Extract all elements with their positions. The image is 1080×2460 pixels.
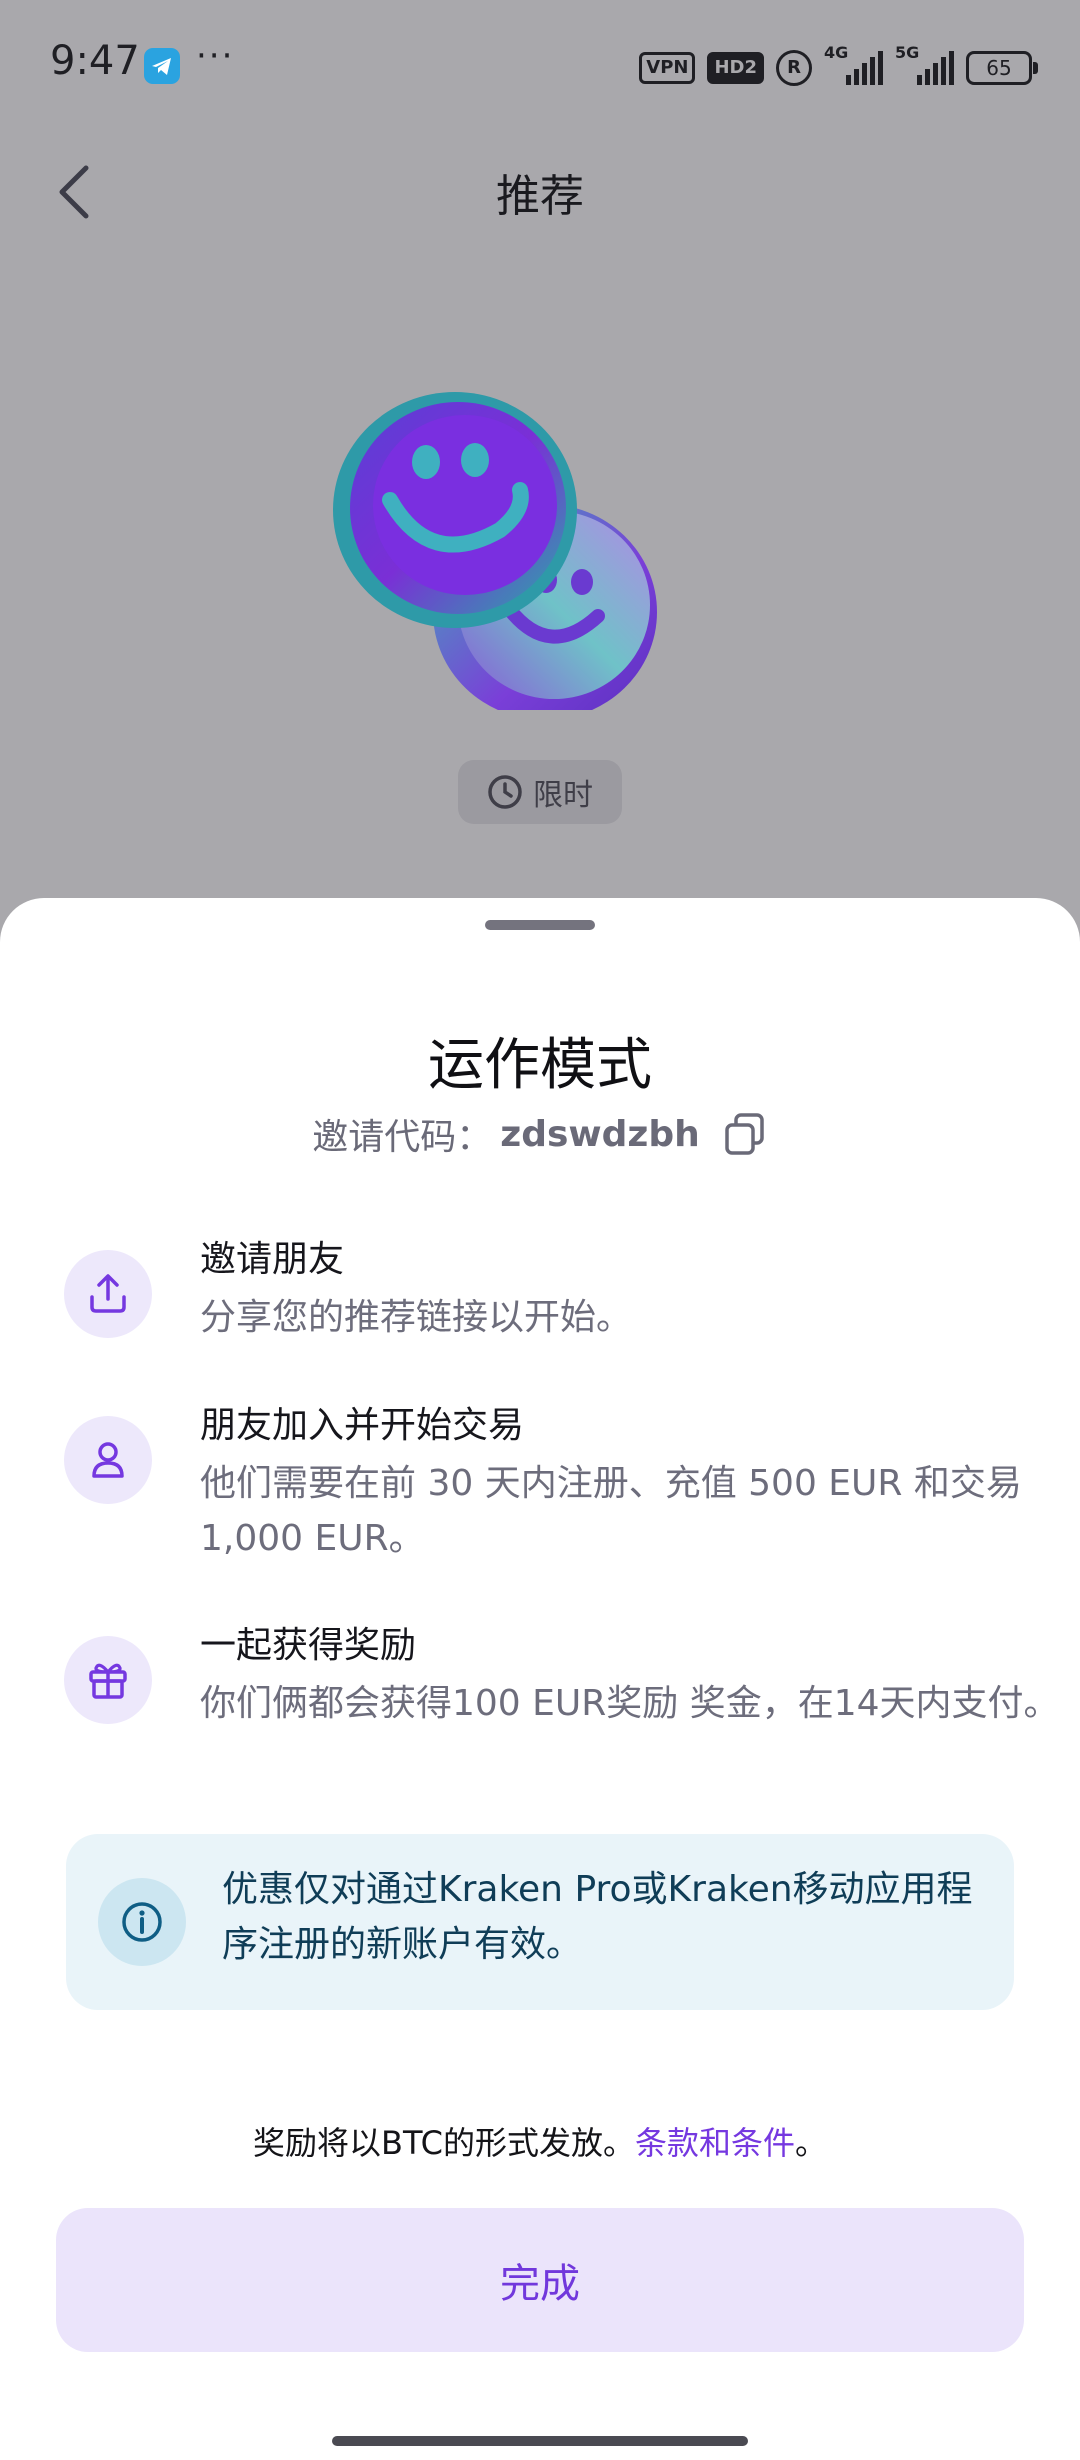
status-time: 9:47 xyxy=(50,38,140,84)
reward-note-text: 奖励将以BTC的形式发放。 xyxy=(252,2124,635,2162)
copy-icon[interactable] xyxy=(722,1111,768,1157)
step-title: 朋友加入并开始交易 xyxy=(200,1405,525,1446)
vpn-icon: VPN xyxy=(639,52,696,84)
reward-note: 奖励将以BTC的形式发放。条款和条件。 xyxy=(0,2118,1080,2164)
info-icon xyxy=(98,1878,186,1966)
eligibility-info-text: 优惠仅对通过Kraken Pro或Kraken移动应用程序注册的新账户有效。 xyxy=(222,1869,973,1965)
signal-4g-icon: 4G xyxy=(824,43,883,85)
sheet-drag-handle[interactable] xyxy=(485,920,595,930)
smiley-coins-illustration xyxy=(330,380,750,720)
terms-and-conditions-link[interactable]: 条款和条件 xyxy=(635,2124,795,2162)
eligibility-info-box: 优惠仅对通过Kraken Pro或Kraken移动应用程序注册的新账户有效。 xyxy=(66,1834,1014,2010)
gift-icon xyxy=(64,1636,152,1724)
limited-time-badge: 限时 xyxy=(458,760,622,824)
signal-4g-label: 4G xyxy=(824,43,849,62)
share-upload-icon xyxy=(64,1250,152,1338)
more-notifications-icon: ··· xyxy=(196,36,235,76)
invite-code-label: 邀请代码： xyxy=(312,1117,493,1158)
step-description: 他们需要在前 30 天内注册、充值 500 EUR 和交易 1,000 EUR。 xyxy=(200,1463,1022,1559)
step-title: 一起获得奖励 xyxy=(200,1625,417,1666)
step-description: 你们俩都会获得100 EUR奖励 奖金，在14天内支付。 xyxy=(200,1683,1060,1724)
reward-note-end: 。 xyxy=(794,2124,827,2162)
step-description: 分享您的推荐链接以开始。 xyxy=(200,1297,633,1338)
telegram-icon xyxy=(144,48,180,84)
signal-5g-icon: 5G xyxy=(895,43,954,85)
limited-time-label: 限时 xyxy=(533,778,593,813)
battery-icon: 65 xyxy=(966,51,1038,85)
signal-5g-label: 5G xyxy=(895,43,920,62)
person-icon xyxy=(64,1416,152,1504)
registered-icon: R xyxy=(776,50,812,86)
invite-code-value: zdswdzbh xyxy=(500,1113,700,1155)
status-bar: 9:47 ··· VPN HD2 R 4G 5G 65 xyxy=(0,0,1080,130)
system-icons: VPN HD2 R 4G 5G 65 xyxy=(639,43,1038,86)
done-button[interactable]: 完成 xyxy=(56,2208,1024,2352)
step-title: 邀请朋友 xyxy=(200,1239,345,1280)
home-indicator[interactable] xyxy=(332,2436,748,2446)
hd-icon: HD2 xyxy=(707,52,764,84)
page-title: 推荐 xyxy=(496,171,584,222)
clock-icon xyxy=(488,775,522,809)
sheet-title: 运作模式 xyxy=(428,1033,652,1098)
invite-code-row: 邀请代码： zdswdzbh xyxy=(0,1108,1080,1160)
